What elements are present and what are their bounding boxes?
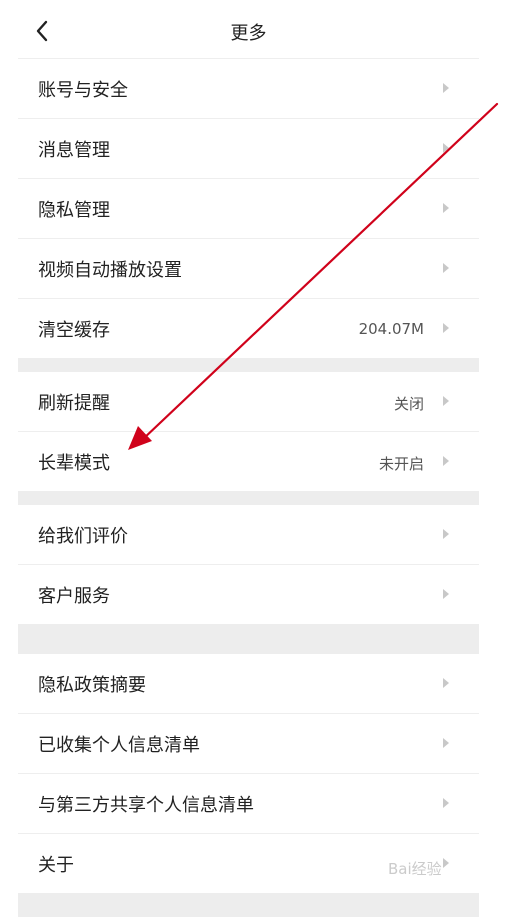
chevron-right-icon [443, 456, 449, 466]
menu-item-label: 给我们评价 [38, 526, 128, 547]
settings-group-modes: 刷新提醒 关闭 长辈模式 未开启 [18, 372, 479, 491]
section-divider [18, 893, 479, 917]
menu-item-label: 隐私政策摘要 [38, 675, 146, 696]
menu-item-customer-service[interactable]: 客户服务 [18, 565, 479, 624]
menu-item-clear-cache[interactable]: 清空缓存 204.07M [18, 299, 479, 358]
menu-item-label: 账号与安全 [38, 80, 128, 101]
menu-item-message-management[interactable]: 消息管理 [18, 119, 479, 179]
menu-item-label: 已收集个人信息清单 [38, 735, 200, 756]
settings-group-account: 账号与安全 消息管理 隐私管理 视频自动播放设置 清空缓存 204.07M [18, 59, 479, 358]
chevron-right-icon [443, 798, 449, 808]
menu-item-label: 长辈模式 [38, 453, 110, 474]
elder-mode-value: 未开启 [378, 455, 424, 473]
menu-item-label: 视频自动播放设置 [38, 260, 182, 281]
refresh-reminder-value: 关闭 [393, 395, 424, 413]
menu-item-label: 隐私管理 [38, 200, 110, 221]
cache-size-value: 204.07M [358, 320, 424, 338]
watermark-logo: Bai经验 [388, 860, 442, 878]
chevron-right-icon [443, 143, 449, 153]
chevron-right-icon [443, 678, 449, 688]
chevron-right-icon [443, 738, 449, 748]
menu-item-refresh-reminder[interactable]: 刷新提醒 关闭 [18, 372, 479, 432]
chevron-right-icon [443, 529, 449, 539]
menu-item-account-security[interactable]: 账号与安全 [18, 59, 479, 119]
menu-item-label: 与第三方共享个人信息清单 [38, 795, 254, 816]
section-divider [18, 358, 479, 372]
nav-header: 更多 [18, 0, 479, 59]
settings-group-feedback: 给我们评价 客户服务 [18, 505, 479, 624]
menu-item-label: 关于 [38, 855, 74, 876]
menu-item-label: 客户服务 [38, 586, 110, 607]
menu-item-privacy-management[interactable]: 隐私管理 [18, 179, 479, 239]
chevron-right-icon [443, 263, 449, 273]
menu-item-privacy-policy-summary[interactable]: 隐私政策摘要 [18, 654, 479, 714]
chevron-right-icon [443, 589, 449, 599]
menu-item-rate-us[interactable]: 给我们评价 [18, 505, 479, 565]
page-title: 更多 [230, 23, 267, 44]
chevron-right-icon [443, 323, 449, 333]
menu-item-label: 消息管理 [38, 140, 110, 161]
section-divider [18, 491, 479, 505]
chevron-right-icon [443, 396, 449, 406]
menu-item-elder-mode[interactable]: 长辈模式 未开启 [18, 432, 479, 491]
chevron-right-icon [443, 858, 449, 868]
section-divider [18, 624, 479, 654]
menu-item-label: 刷新提醒 [38, 393, 110, 414]
menu-item-video-autoplay[interactable]: 视频自动播放设置 [18, 239, 479, 299]
menu-item-collected-info-list[interactable]: 已收集个人信息清单 [18, 714, 479, 774]
chevron-right-icon [443, 203, 449, 213]
chevron-right-icon [443, 83, 449, 93]
menu-item-label: 清空缓存 [38, 320, 110, 341]
menu-item-third-party-sharing-list[interactable]: 与第三方共享个人信息清单 [18, 774, 479, 834]
more-settings-page: 更多 账号与安全 消息管理 隐私管理 视频自动播放设置 清空缓存 204.07M… [18, 0, 479, 917]
